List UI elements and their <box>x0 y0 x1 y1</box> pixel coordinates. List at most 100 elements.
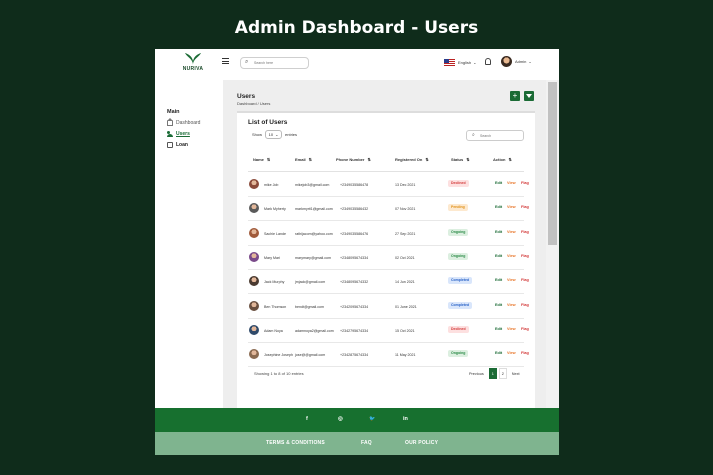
top-search-input[interactable] <box>254 59 306 67</box>
add-user-button[interactable]: + <box>510 91 520 101</box>
edit-button[interactable]: Edit <box>495 181 502 185</box>
page-2-button[interactable]: 2 <box>498 368 507 379</box>
flag-button[interactable]: Flag <box>521 303 529 307</box>
table-search[interactable]: ⌕ <box>466 130 524 141</box>
flag-button[interactable]: Flag <box>521 230 529 234</box>
sidebar-item-label: Dashboard <box>176 120 201 126</box>
sidebar-item-users[interactable]: Users <box>167 131 190 137</box>
sort-icon: ⇅ <box>425 157 429 162</box>
edit-button[interactable]: Edit <box>495 278 502 282</box>
view-button[interactable]: View <box>507 278 516 282</box>
scrollbar-thumb[interactable] <box>548 82 557 245</box>
bell-icon[interactable] <box>485 58 491 65</box>
page-1-button[interactable]: 1 <box>488 368 497 379</box>
policy-link[interactable]: OUR POLICY <box>405 440 438 446</box>
twitter-icon[interactable]: 🐦 <box>369 416 375 422</box>
user-phone: +2349035586476 <box>340 231 369 236</box>
view-button[interactable]: View <box>507 205 516 209</box>
user-phone: +2349035586432 <box>340 207 369 212</box>
table-row: Sachie Lande rathijacom@yahoo.com +2349035… <box>248 222 529 246</box>
logo[interactable]: NURIVA <box>180 53 206 72</box>
col-header-status[interactable]: Status ⇅ <box>451 157 470 162</box>
user-email: jose@@gmail.com <box>295 353 326 358</box>
page-heading: Admin Dashboard - Users <box>234 18 479 38</box>
view-button[interactable]: View <box>507 254 516 258</box>
admin-menu[interactable]: Admin ⌄ <box>501 56 532 67</box>
edit-button[interactable]: Edit <box>495 205 502 209</box>
chevron-down-icon: ⌄ <box>275 132 279 137</box>
user-phone: +2348095674334 <box>340 255 369 260</box>
table-row: Josephine Joseph jose@@gmail.com +23428756… <box>248 343 529 368</box>
chevron-down-icon: ⌄ <box>528 59 532 64</box>
sidebar-item-loan[interactable]: Loan <box>167 142 188 148</box>
sort-icon: ⇅ <box>466 157 470 162</box>
card-title: List of Users <box>248 119 288 126</box>
main-content: Users Dashboard / Users + List of Users … <box>224 80 546 408</box>
faq-link[interactable]: FAQ <box>361 440 372 446</box>
users-card: List of Users Show 10 ⌄ entries ⌕ Name⇅ … <box>237 111 535 408</box>
edit-button[interactable]: Edit <box>495 303 502 307</box>
flag-button[interactable]: Flag <box>521 278 529 282</box>
status-badge: Pending <box>448 204 468 212</box>
user-email: rathijacom@yahoo.com <box>295 231 333 236</box>
table-row: Mark Myherty markmyrti1@gmail.com +2349035… <box>248 197 529 222</box>
sidebar-item-dashboard[interactable]: Dashboard <box>167 118 201 126</box>
view-button[interactable]: View <box>507 303 516 307</box>
flag-button[interactable]: Flag <box>521 205 529 209</box>
previous-button[interactable]: Previous <box>466 368 487 379</box>
status-badge: Completed <box>448 277 473 285</box>
top-bar: NURIVA ⌕ English ⌄ Admin ⌄ <box>155 49 559 80</box>
language-label: English <box>458 59 472 65</box>
user-name: Mary Mari <box>264 255 280 260</box>
user-email: bendt@gmail.com <box>295 304 325 309</box>
user-name: Mark Myherty <box>264 207 286 212</box>
col-header-action[interactable]: Action ⇅ <box>493 157 512 162</box>
user-avatar <box>249 300 259 311</box>
filter-button[interactable] <box>524 91 534 101</box>
show-label: Show <box>252 132 263 137</box>
table-row: Ben Thomson bendt@gmail.com +2342095674334… <box>248 295 529 319</box>
edit-button[interactable]: Edit <box>495 230 502 234</box>
user-registered: 14 Jun 2021 <box>395 280 415 285</box>
entries-select[interactable]: 10 ⌄ <box>265 130 283 139</box>
view-button[interactable]: View <box>507 181 516 185</box>
view-button[interactable]: View <box>507 327 516 331</box>
user-name: Sachie Lande <box>264 231 286 236</box>
col-header-email[interactable]: Email ⇅ <box>295 157 312 162</box>
table-search-input[interactable] <box>480 132 520 139</box>
edit-button[interactable]: Edit <box>495 351 502 355</box>
edit-button[interactable]: Edit <box>495 327 502 331</box>
top-search[interactable]: ⌕ <box>240 57 309 69</box>
col-header-name[interactable]: Name ⇅ <box>253 157 270 162</box>
flag-button[interactable]: Flag <box>521 327 529 331</box>
user-email: markmyrti1@gmail.com <box>295 207 333 212</box>
user-avatar <box>249 203 259 214</box>
language-selector[interactable]: English ⌄ <box>444 58 476 66</box>
page-title: Users <box>237 93 256 100</box>
flag-button[interactable]: Flag <box>521 254 529 258</box>
user-registered: 15 Oct 2021 <box>395 328 415 333</box>
col-header-registered[interactable]: Registered On ⇅ <box>395 157 429 162</box>
user-registered: 27 Sep 2021 <box>395 231 416 236</box>
sidebar-section-main: Main <box>167 109 180 115</box>
sort-icon: ⇅ <box>308 157 313 162</box>
view-button[interactable]: View <box>507 230 516 234</box>
flag-button[interactable]: Flag <box>521 181 529 185</box>
admin-avatar <box>501 56 512 67</box>
edit-button[interactable]: Edit <box>495 254 502 258</box>
next-button[interactable]: Next <box>509 368 523 379</box>
col-header-phone[interactable]: Phone Number ⇅ <box>336 157 371 162</box>
user-avatar <box>249 276 259 287</box>
instagram-icon[interactable]: ◎ <box>338 416 343 422</box>
hamburger-menu-icon[interactable] <box>222 58 229 64</box>
chevron-down-icon: ⌄ <box>473 59 477 65</box>
user-registered: 07 Nov 2021 <box>395 207 416 212</box>
terms-link[interactable]: TERMS & CONDITIONS <box>266 440 325 446</box>
logo-text: NURIVA <box>182 66 204 72</box>
footer-links: TERMS & CONDITIONS FAQ OUR POLICY <box>155 432 559 455</box>
facebook-icon[interactable]: f <box>306 416 308 422</box>
linkedin-icon[interactable]: in <box>403 416 408 422</box>
user-registered: 11 May 2021 <box>395 353 416 358</box>
view-button[interactable]: View <box>507 351 516 355</box>
flag-button[interactable]: Flag <box>521 351 529 355</box>
